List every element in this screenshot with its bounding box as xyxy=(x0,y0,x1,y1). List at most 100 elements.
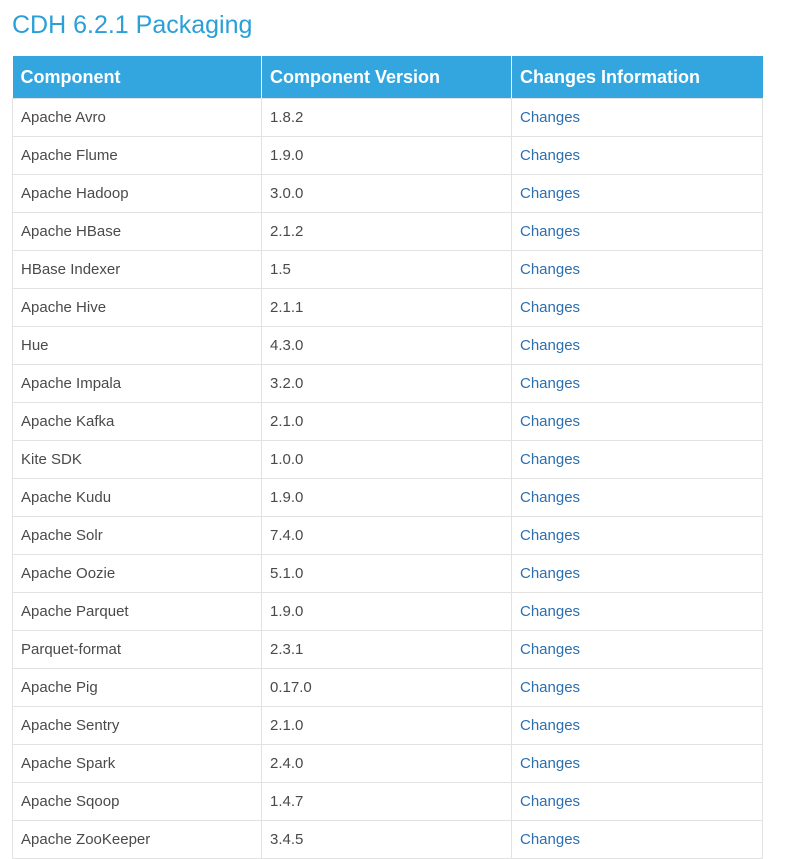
table-row: Apache HBase 2.1.2 Changes xyxy=(12,212,763,251)
component-name-cell: Apache Sqoop xyxy=(12,782,262,821)
table-row: Apache Flume 1.9.0 Changes xyxy=(12,136,763,175)
table-row: Apache Avro 1.8.2 Changes xyxy=(12,98,763,137)
changes-information-cell: Changes xyxy=(511,136,763,175)
packaging-table: Component Component Version Changes Info… xyxy=(12,56,763,859)
component-version-cell: 1.5 xyxy=(261,250,512,289)
table-header: Component Component Version Changes Info… xyxy=(12,56,763,99)
changes-link[interactable]: Changes xyxy=(520,755,580,772)
component-name-cell: Apache Kafka xyxy=(12,402,262,441)
changes-information-cell: Changes xyxy=(511,250,763,289)
changes-information-cell: Changes xyxy=(511,554,763,593)
component-name-cell: Hue xyxy=(12,326,262,365)
changes-link[interactable]: Changes xyxy=(520,603,580,620)
component-version-cell: 3.0.0 xyxy=(261,174,512,213)
component-name-cell: HBase Indexer xyxy=(12,250,262,289)
page-title: CDH 6.2.1 Packaging xyxy=(12,11,253,39)
table-row: Apache Oozie 5.1.0 Changes xyxy=(12,554,763,593)
changes-link[interactable]: Changes xyxy=(520,261,580,278)
table-row: Apache Spark 2.4.0 Changes xyxy=(12,744,763,783)
component-name-cell: Apache Parquet xyxy=(12,592,262,631)
column-header-component: Component xyxy=(12,56,262,99)
table-row: Apache Solr 7.4.0 Changes xyxy=(12,516,763,555)
changes-link[interactable]: Changes xyxy=(520,831,580,848)
changes-link[interactable]: Changes xyxy=(520,679,580,696)
component-name-cell: Parquet-format xyxy=(12,630,262,669)
changes-link[interactable]: Changes xyxy=(520,109,580,126)
table-row: Apache Parquet 1.9.0 Changes xyxy=(12,592,763,631)
changes-link[interactable]: Changes xyxy=(520,793,580,810)
component-version-cell: 2.1.0 xyxy=(261,706,512,745)
changes-link[interactable]: Changes xyxy=(520,489,580,506)
component-name-cell: Apache Impala xyxy=(12,364,262,403)
component-version-cell: 1.9.0 xyxy=(261,592,512,631)
component-version-cell: 2.1.0 xyxy=(261,402,512,441)
changes-information-cell: Changes xyxy=(511,440,763,479)
component-name-cell: Apache Sentry xyxy=(12,706,262,745)
changes-information-cell: Changes xyxy=(511,744,763,783)
component-version-cell: 4.3.0 xyxy=(261,326,512,365)
component-name-cell: Apache Spark xyxy=(12,744,262,783)
component-name-cell: Apache HBase xyxy=(12,212,262,251)
changes-information-cell: Changes xyxy=(511,326,763,365)
changes-link[interactable]: Changes xyxy=(520,413,580,430)
changes-link[interactable]: Changes xyxy=(520,147,580,164)
table-row: Apache Kafka 2.1.0 Changes xyxy=(12,402,763,441)
changes-information-cell: Changes xyxy=(511,288,763,327)
changes-link[interactable]: Changes xyxy=(520,451,580,468)
table-row: Hue 4.3.0 Changes xyxy=(12,326,763,365)
component-version-cell: 5.1.0 xyxy=(261,554,512,593)
component-version-cell: 2.3.1 xyxy=(261,630,512,669)
component-name-cell: Apache Oozie xyxy=(12,554,262,593)
packaging-table-container: Component Component Version Changes Info… xyxy=(12,56,763,859)
table-row: Apache Sentry 2.1.0 Changes xyxy=(12,706,763,745)
component-version-cell: 1.9.0 xyxy=(261,478,512,517)
component-version-cell: 1.4.7 xyxy=(261,782,512,821)
component-version-cell: 2.4.0 xyxy=(261,744,512,783)
component-name-cell: Apache Solr xyxy=(12,516,262,555)
changes-link[interactable]: Changes xyxy=(520,565,580,582)
component-version-cell: 1.0.0 xyxy=(261,440,512,479)
table-row: Apache Sqoop 1.4.7 Changes xyxy=(12,782,763,821)
component-version-cell: 1.8.2 xyxy=(261,98,512,137)
component-name-cell: Apache Flume xyxy=(12,136,262,175)
component-version-cell: 2.1.1 xyxy=(261,288,512,327)
component-name-cell: Apache Kudu xyxy=(12,478,262,517)
component-name-cell: Apache Avro xyxy=(12,98,262,137)
component-version-cell: 2.1.2 xyxy=(261,212,512,251)
changes-information-cell: Changes xyxy=(511,782,763,821)
component-version-cell: 3.2.0 xyxy=(261,364,512,403)
component-name-cell: Apache Pig xyxy=(12,668,262,707)
changes-information-cell: Changes xyxy=(511,630,763,669)
changes-link[interactable]: Changes xyxy=(520,717,580,734)
table-row: Apache Hadoop 3.0.0 Changes xyxy=(12,174,763,213)
changes-information-cell: Changes xyxy=(511,516,763,555)
changes-link[interactable]: Changes xyxy=(520,527,580,544)
table-row: Parquet-format 2.3.1 Changes xyxy=(12,630,763,669)
changes-information-cell: Changes xyxy=(511,592,763,631)
changes-information-cell: Changes xyxy=(511,364,763,403)
changes-information-cell: Changes xyxy=(511,820,763,859)
table-row: Kite SDK 1.0.0 Changes xyxy=(12,440,763,479)
changes-link[interactable]: Changes xyxy=(520,337,580,354)
table-row: HBase Indexer 1.5 Changes xyxy=(12,250,763,289)
changes-link[interactable]: Changes xyxy=(520,299,580,316)
changes-information-cell: Changes xyxy=(511,478,763,517)
table-row: Apache Hive 2.1.1 Changes xyxy=(12,288,763,327)
changes-information-cell: Changes xyxy=(511,706,763,745)
column-header-component-version: Component Version xyxy=(261,56,512,99)
component-version-cell: 7.4.0 xyxy=(261,516,512,555)
table-row: Apache Impala 3.2.0 Changes xyxy=(12,364,763,403)
changes-link[interactable]: Changes xyxy=(520,641,580,658)
changes-information-cell: Changes xyxy=(511,402,763,441)
component-version-cell: 0.17.0 xyxy=(261,668,512,707)
table-row: Apache Kudu 1.9.0 Changes xyxy=(12,478,763,517)
column-header-changes-information: Changes Information xyxy=(511,56,763,99)
changes-information-cell: Changes xyxy=(511,668,763,707)
changes-link[interactable]: Changes xyxy=(520,185,580,202)
table-row: Apache ZooKeeper 3.4.5 Changes xyxy=(12,820,763,859)
changes-link[interactable]: Changes xyxy=(520,223,580,240)
table-body: Apache Avro 1.8.2 Changes Apache Flume 1.9.0… xyxy=(12,98,763,859)
changes-link[interactable]: Changes xyxy=(520,375,580,392)
component-name-cell: Kite SDK xyxy=(12,440,262,479)
changes-information-cell: Changes xyxy=(511,98,763,137)
